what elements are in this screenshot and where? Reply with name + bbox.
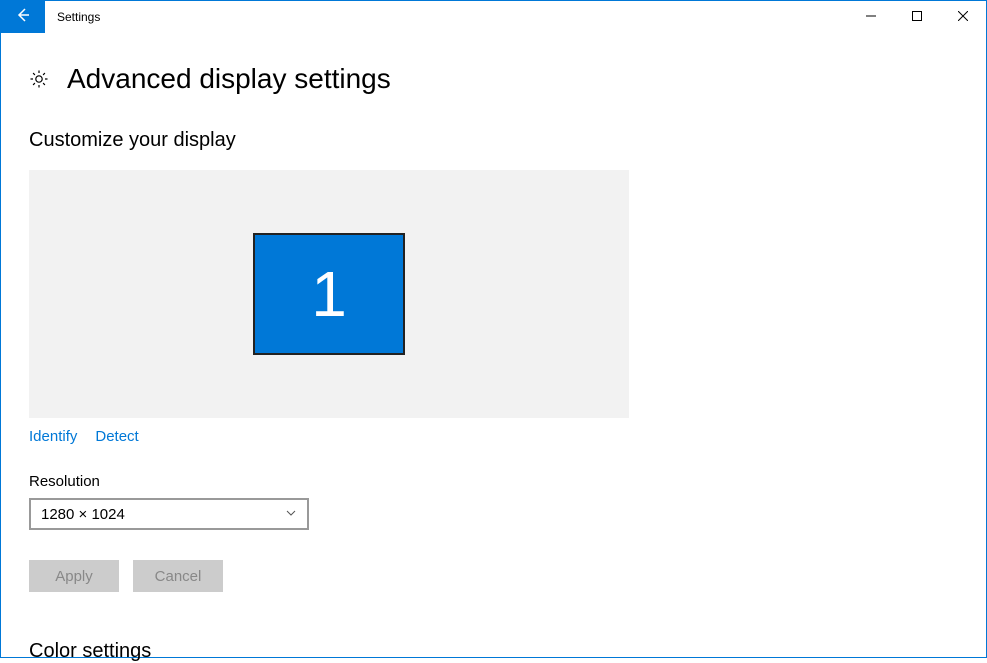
detect-link[interactable]: Detect <box>95 428 138 445</box>
app-title: Settings <box>57 10 100 24</box>
content-area: Advanced display settings Customize your… <box>1 33 986 663</box>
resolution-dropdown[interactable]: 1280 × 1024 <box>29 498 309 530</box>
back-button[interactable] <box>1 1 45 33</box>
resolution-selected-value: 1280 × 1024 <box>41 506 125 523</box>
display-links: Identify Detect <box>29 428 958 445</box>
chevron-down-icon <box>285 506 297 523</box>
customize-heading: Customize your display <box>29 129 958 152</box>
page-header: Advanced display settings <box>29 63 958 95</box>
cancel-button[interactable]: Cancel <box>133 560 223 592</box>
action-button-row: Apply Cancel <box>29 560 958 592</box>
resolution-label: Resolution <box>29 473 958 490</box>
close-icon <box>958 8 968 26</box>
monitor-number-label: 1 <box>311 257 347 331</box>
page-title: Advanced display settings <box>67 63 391 95</box>
maximize-icon <box>912 8 922 26</box>
titlebar: Settings <box>1 1 986 33</box>
apply-button[interactable]: Apply <box>29 560 119 592</box>
back-arrow-icon <box>15 7 31 28</box>
maximize-button[interactable] <box>894 1 940 33</box>
apply-button-label: Apply <box>55 568 93 585</box>
color-settings-heading: Color settings <box>29 640 958 663</box>
identify-link[interactable]: Identify <box>29 428 77 445</box>
minimize-icon <box>866 8 876 26</box>
gear-icon <box>29 69 49 89</box>
display-preview-area: 1 <box>29 170 629 418</box>
minimize-button[interactable] <box>848 1 894 33</box>
close-button[interactable] <box>940 1 986 33</box>
cancel-button-label: Cancel <box>155 568 202 585</box>
monitor-tile-1[interactable]: 1 <box>253 233 405 355</box>
window-controls <box>848 1 986 33</box>
